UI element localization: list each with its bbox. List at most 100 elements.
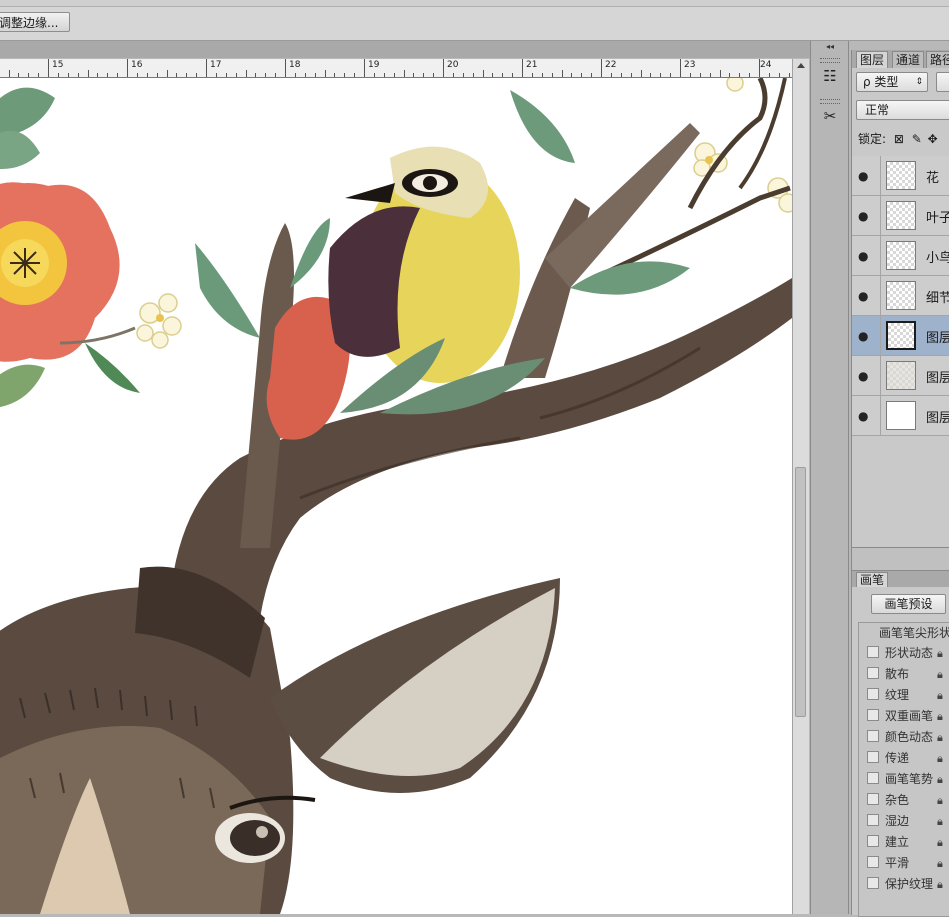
checkbox[interactable]: [867, 730, 879, 742]
visibility-toggle[interactable]: ●: [852, 156, 881, 195]
visibility-toggle[interactable]: ●: [852, 236, 881, 275]
brush-option-transfer[interactable]: 传递: [867, 748, 909, 769]
scrollbar-thumb[interactable]: [795, 467, 806, 717]
dock-grip[interactable]: [820, 99, 840, 104]
checkbox[interactable]: [867, 772, 879, 784]
tab-brush[interactable]: 画笔: [856, 572, 889, 587]
brush-tip-shape-header[interactable]: 画笔笔尖形状: [879, 624, 949, 641]
ruler-label: 21: [526, 60, 538, 70]
clone-source-icon[interactable]: ☷: [817, 65, 843, 87]
brush-presets-button[interactable]: 画笔预设: [871, 594, 946, 614]
ruler-tick: [452, 73, 454, 77]
lock-icon[interactable]: 🔒︎: [937, 647, 943, 661]
layer-name: 图层: [926, 331, 949, 346]
scroll-up-arrow-icon[interactable]: [797, 63, 805, 68]
lock-icon[interactable]: 🔒︎: [937, 668, 943, 682]
checkbox[interactable]: [867, 646, 879, 658]
lock-icon[interactable]: 🔒︎: [937, 815, 943, 829]
layers-panel-tabs: 图层 通道 路径: [852, 50, 949, 68]
options-bar: 调整边缘...: [0, 0, 949, 41]
ruler-tick: [670, 73, 672, 77]
brush-option-dual-brush[interactable]: 双重画笔: [867, 706, 933, 727]
ruler-tick: [610, 73, 612, 77]
ruler-tick: [403, 70, 405, 77]
checkbox[interactable]: [867, 814, 879, 826]
brush-option-color-dynamics[interactable]: 颜色动态: [867, 727, 933, 748]
layer-filter-dropdown[interactable]: ρ 类型 ⇕: [856, 72, 928, 92]
filter-toggle-button[interactable]: [936, 72, 949, 92]
brush-option-wet-edges[interactable]: 湿边: [867, 811, 909, 832]
visibility-toggle[interactable]: ●: [852, 356, 881, 395]
ruler-tick: [551, 73, 553, 77]
eye-icon[interactable]: ●: [858, 169, 868, 183]
ruler-tick: [146, 73, 148, 77]
dock-grip[interactable]: [820, 58, 840, 63]
lock-move-icon[interactable]: ✥: [928, 132, 938, 146]
eye-icon[interactable]: ●: [858, 329, 868, 343]
tab-layers[interactable]: 图层: [856, 51, 889, 68]
eye-icon[interactable]: ●: [858, 209, 868, 223]
collapse-panels-icon[interactable]: ◂◂: [826, 42, 834, 51]
ruler-tick: [650, 73, 652, 77]
checkbox[interactable]: [867, 751, 879, 763]
checkbox[interactable]: [867, 667, 879, 679]
brush-option-texture[interactable]: 纹理: [867, 685, 909, 706]
lock-icon[interactable]: 🔒︎: [937, 794, 943, 808]
layer-row-background[interactable]: ● 图层: [852, 396, 949, 436]
checkbox[interactable]: [867, 856, 879, 868]
eye-icon[interactable]: ●: [858, 249, 868, 263]
ruler-tick: [739, 73, 741, 77]
tab-channels[interactable]: 通道: [892, 51, 925, 68]
visibility-toggle[interactable]: ●: [852, 396, 881, 435]
lock-icon[interactable]: 🔒︎: [937, 689, 943, 703]
document-canvas[interactable]: [0, 78, 792, 914]
layer-row-leaves[interactable]: ● 叶子: [852, 196, 949, 236]
lock-icon[interactable]: 🔒︎: [937, 836, 943, 850]
ruler-tick: [462, 73, 464, 77]
lock-icon[interactable]: 🔒︎: [937, 752, 943, 766]
lock-icon[interactable]: 🔒︎: [937, 710, 943, 724]
eye-icon[interactable]: ●: [858, 369, 868, 383]
checkbox[interactable]: [867, 688, 879, 700]
visibility-toggle[interactable]: ●: [852, 196, 881, 235]
visibility-toggle[interactable]: ●: [852, 276, 881, 315]
lock-icon[interactable]: 🔒︎: [937, 773, 943, 787]
layer-row-details[interactable]: ● 细节: [852, 276, 949, 316]
brush-option-shape-dynamics[interactable]: 形状动态: [867, 643, 933, 664]
tool-presets-icon[interactable]: ✂: [817, 105, 843, 127]
ruler-tick: [324, 70, 326, 77]
ruler-tick: [67, 73, 69, 77]
layer-name: 花: [926, 171, 940, 186]
brush-option-protect-texture[interactable]: 保护纹理: [867, 874, 933, 895]
eye-icon[interactable]: ●: [858, 409, 868, 423]
ruler-tick: [77, 73, 79, 77]
layer-row-selected[interactable]: ● 图层: [852, 316, 949, 356]
eye-icon[interactable]: ●: [858, 289, 868, 303]
lock-brush-icon[interactable]: ✎: [912, 132, 922, 146]
lock-icon[interactable]: 🔒︎: [937, 878, 943, 892]
layer-row-deer[interactable]: ● 图层: [852, 356, 949, 396]
brush-option-scattering[interactable]: 散布: [867, 664, 909, 685]
brush-option-noise[interactable]: 杂色: [867, 790, 909, 811]
checkbox[interactable]: [867, 709, 879, 721]
checkbox[interactable]: [867, 835, 879, 847]
checkbox[interactable]: [867, 793, 879, 805]
tab-paths[interactable]: 路径: [926, 51, 949, 68]
brush-option-smoothing[interactable]: 平滑: [867, 853, 909, 874]
visibility-toggle[interactable]: ●: [852, 316, 881, 355]
layer-row-bird[interactable]: ● 小鸟: [852, 236, 949, 276]
checkbox[interactable]: [867, 877, 879, 889]
layer-row-flower[interactable]: ● 花: [852, 156, 949, 196]
lock-transparent-icon[interactable]: ⊠: [894, 132, 904, 146]
vertical-scrollbar[interactable]: [792, 59, 809, 914]
layer-thumbnail: [886, 361, 916, 390]
refine-edge-button[interactable]: 调整边缘...: [0, 12, 70, 32]
ruler-label: 15: [52, 60, 64, 70]
layer-thumbnail: [886, 281, 916, 310]
lock-icon[interactable]: 🔒︎: [937, 857, 943, 871]
lock-icon[interactable]: 🔒︎: [937, 731, 943, 745]
brush-option-brush-pose[interactable]: 画笔笔势: [867, 769, 933, 790]
blend-mode-dropdown[interactable]: 正常: [856, 100, 949, 120]
layers-panel-footer: [852, 547, 949, 571]
brush-option-build-up[interactable]: 建立: [867, 832, 909, 853]
